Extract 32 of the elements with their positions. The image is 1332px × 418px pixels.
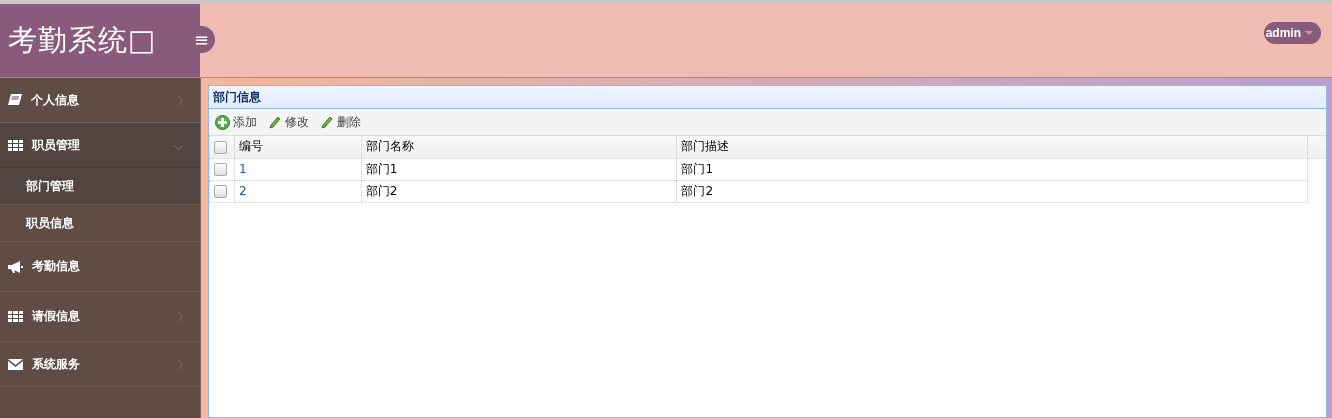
- table-cell: 部门2: [361, 180, 677, 202]
- user-menu-button[interactable]: admin: [1263, 22, 1321, 44]
- column-header: 部门描述: [676, 136, 1308, 158]
- sidebar-item[interactable]: 请假信息: [0, 292, 200, 342]
- grid-icon: [8, 311, 23, 322]
- add-button[interactable]: 添加: [215, 113, 257, 131]
- column-header: 部门名称: [361, 136, 677, 158]
- edit-button[interactable]: 删除: [321, 113, 361, 131]
- megaphone-icon: [8, 260, 23, 273]
- table-cell: 1: [234, 158, 362, 180]
- table-cell: 部门1: [676, 158, 1308, 180]
- row-checkbox[interactable]: [214, 163, 227, 176]
- plus-icon: [215, 114, 230, 130]
- table-cell: 2: [234, 180, 362, 202]
- submenu-item[interactable]: 职员信息: [0, 205, 200, 242]
- column-header: 编号: [234, 136, 362, 158]
- book-icon: [8, 94, 22, 106]
- sidebar-item[interactable]: 考勤信息: [0, 242, 200, 292]
- table-cell: 部门1: [361, 158, 677, 180]
- panel-title: 部门信息: [209, 86, 1326, 109]
- edit-button[interactable]: 修改: [269, 113, 309, 131]
- pencil-icon: [321, 115, 334, 129]
- envelope-icon: [8, 358, 23, 370]
- grid-icon: [8, 139, 23, 151]
- sidebar-item[interactable]: 职员管理: [0, 123, 200, 168]
- select-all-checkbox[interactable]: [214, 140, 227, 154]
- sidebar-item[interactable]: 系统服务: [0, 342, 200, 387]
- table-cell: 部门2: [676, 180, 1308, 202]
- submenu-item[interactable]: 部门管理: [0, 168, 200, 205]
- row-checkbox[interactable]: [214, 185, 227, 198]
- pencil-icon: [269, 115, 282, 129]
- app-logo: 考勤系统□: [7, 21, 158, 59]
